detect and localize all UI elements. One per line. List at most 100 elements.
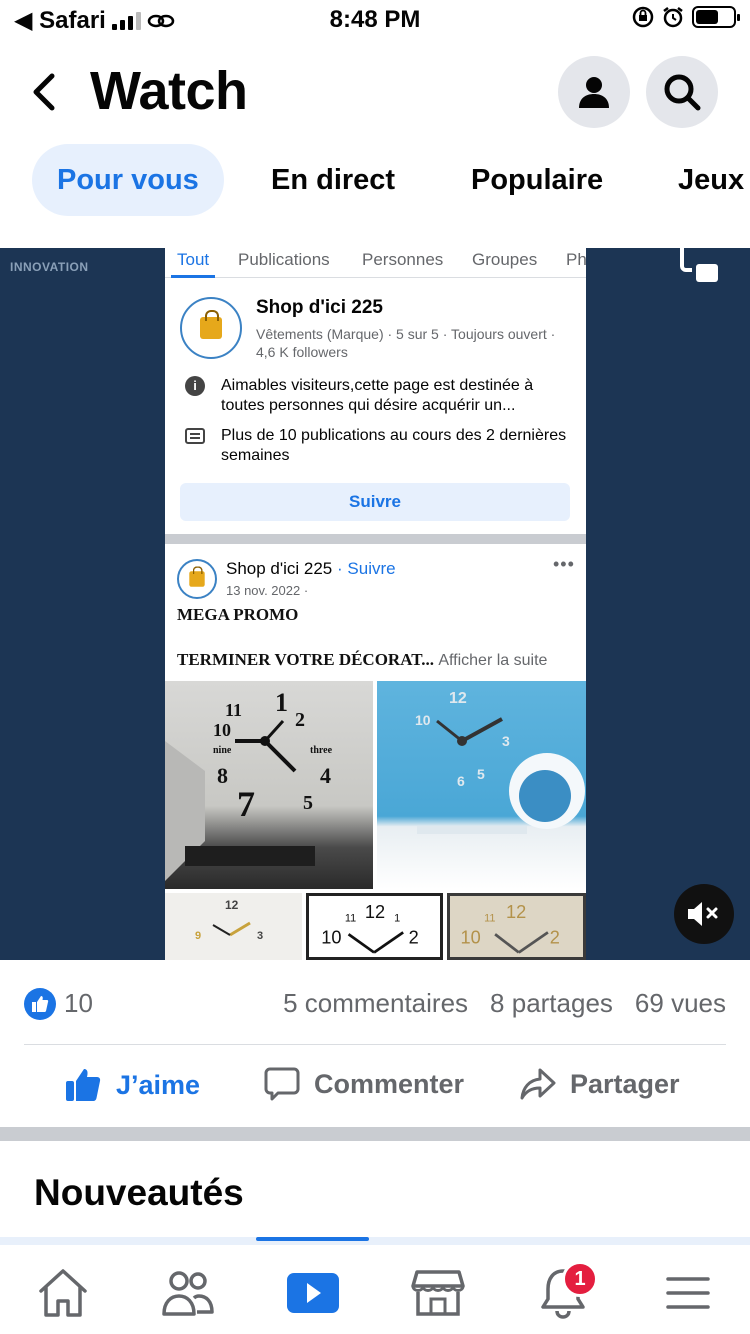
divider [165, 534, 586, 544]
svg-text:12: 12 [449, 690, 467, 707]
watch-tabs: Pour vous En direct Populaire Jeux [0, 144, 750, 216]
info-icon: i [185, 376, 205, 396]
svg-text:11: 11 [225, 700, 242, 720]
friends-icon [162, 1271, 214, 1316]
active-tab-indicator [256, 1237, 369, 1241]
person-icon [579, 77, 609, 108]
video-player[interactable]: INNOVATION Tout Publications Personnes G… [0, 248, 750, 960]
share-label: Partager [570, 1068, 680, 1099]
share-arrow-icon [520, 1068, 556, 1100]
post-date: 13 nov. 2022 · [226, 583, 309, 598]
battery-icon [692, 6, 740, 28]
post-actions: J’aime Commenter Partager [0, 1058, 750, 1114]
svg-text:7: 7 [237, 784, 255, 824]
svg-text:8: 8 [217, 763, 228, 788]
marketplace-icon [411, 1270, 465, 1316]
svg-text:nine: nine [213, 745, 232, 756]
clock-image-5: 12 11 10 2 [447, 893, 586, 960]
clock-graphic-3: 12 9 3 [195, 898, 263, 942]
svg-text:12: 12 [225, 898, 239, 912]
comment-icon [264, 1067, 300, 1101]
search-button[interactable] [646, 56, 718, 128]
muted-speaker-icon [688, 902, 718, 926]
svg-text:2: 2 [550, 927, 560, 947]
nav-marketplace[interactable] [408, 1265, 468, 1321]
post-author: Shop d'ici 225 · Suivre [226, 559, 396, 578]
search-icon [664, 74, 701, 111]
video-frame: Tout Publications Personnes Groupes Ph S… [165, 248, 586, 960]
expand-icon[interactable] [678, 248, 720, 284]
stats-right: 5 commentaires 8 partages 69 vues [283, 988, 726, 1019]
post-avatar [177, 559, 217, 599]
tab-jeux[interactable]: Jeux [678, 144, 744, 216]
thumbs-up-icon [66, 1069, 101, 1101]
share-button[interactable]: Partager [520, 1066, 680, 1102]
comments-count[interactable]: 5 commentaires [283, 988, 468, 1019]
nav-friends[interactable] [158, 1265, 218, 1321]
fb-tab-groupes: Groupes [472, 250, 538, 269]
post-line-1: MEGA PROMO [177, 605, 299, 624]
svg-text:1: 1 [394, 912, 400, 924]
shop-name: Shop d'ici 225 [256, 297, 383, 318]
svg-text:9: 9 [195, 930, 201, 942]
nav-menu[interactable] [658, 1265, 718, 1321]
svg-text:5: 5 [477, 766, 485, 782]
nav-home[interactable] [33, 1265, 93, 1321]
comment-button[interactable]: Commenter [264, 1066, 464, 1102]
views-count: 69 vues [634, 988, 726, 1018]
post-stats: 10 5 commentaires 8 partages 69 vues [0, 982, 750, 1028]
svg-text:10: 10 [213, 720, 231, 740]
video-watermark: INNOVATION [10, 260, 89, 274]
svg-text:1: 1 [275, 688, 288, 717]
status-right [632, 6, 740, 28]
svg-text:3: 3 [257, 930, 263, 942]
tab-en-direct[interactable]: En direct [271, 144, 395, 216]
fb-tab-tout: Tout [170, 250, 216, 278]
like-count[interactable]: 10 [64, 988, 93, 1019]
clock-graphic-2: 12 10 3 6 5 [415, 690, 585, 834]
fb-tab-personnes: Personnes [362, 250, 444, 269]
posts-icon [185, 428, 205, 444]
like-button[interactable]: J’aime [64, 1066, 200, 1104]
clock-image-4: 12 11 1 10 2 [306, 893, 443, 960]
like-reaction-icon[interactable] [24, 988, 56, 1020]
mute-button[interactable] [674, 884, 734, 944]
follow-page-button: Suivre [180, 483, 570, 521]
watch-play-icon [287, 1273, 339, 1313]
activity-text: Plus de 10 publications au cours des 2 d… [221, 427, 567, 464]
svg-text:2: 2 [409, 927, 419, 947]
clock-graphic-1: 11 1 2 10 nine three 8 4 7 5 [165, 688, 333, 881]
back-chevron-icon[interactable] [24, 70, 64, 114]
clock-image-3: 12 9 3 [165, 893, 302, 960]
clock-graphic-5: 12 11 10 2 [461, 902, 560, 954]
svg-text:10: 10 [461, 927, 481, 947]
svg-text:12: 12 [506, 902, 526, 922]
page-title: Watch [90, 61, 248, 121]
like-label: J’aime [116, 1069, 201, 1100]
feed-separator [0, 1127, 750, 1141]
tab-populaire[interactable]: Populaire [471, 144, 603, 216]
svg-text:10: 10 [415, 712, 431, 728]
svg-text:6: 6 [457, 773, 465, 789]
svg-text:three: three [310, 745, 333, 756]
info-row-activity: Plus de 10 publications au cours des 2 d… [185, 426, 575, 466]
shares-count[interactable]: 8 partages [490, 988, 613, 1019]
info-row-about: i Aimables visiteurs,cette page est dest… [185, 376, 575, 416]
home-icon [39, 1269, 87, 1317]
shop-logo [180, 297, 242, 359]
tab-pour-vous[interactable]: Pour vous [32, 144, 224, 216]
alarm-icon [663, 7, 683, 28]
bottom-nav: 1 [0, 1237, 750, 1334]
svg-text:12: 12 [365, 902, 385, 922]
clock-image-2: 12 10 3 6 5 [377, 681, 586, 889]
svg-text:11: 11 [484, 912, 495, 924]
stats-divider [24, 1044, 726, 1045]
nav-watch[interactable] [283, 1265, 343, 1321]
profile-button[interactable] [558, 56, 630, 128]
comment-label: Commenter [314, 1068, 465, 1099]
fb-tab-publications: Publications [238, 250, 330, 269]
page-result-card: Shop d'ici 225 Vêtements (Marque) · 5 su… [165, 279, 586, 532]
header: Watch [0, 56, 750, 132]
shop-meta: Vêtements (Marque) · 5 sur 5 · Toujours … [256, 326, 556, 360]
svg-text:3: 3 [502, 733, 510, 749]
